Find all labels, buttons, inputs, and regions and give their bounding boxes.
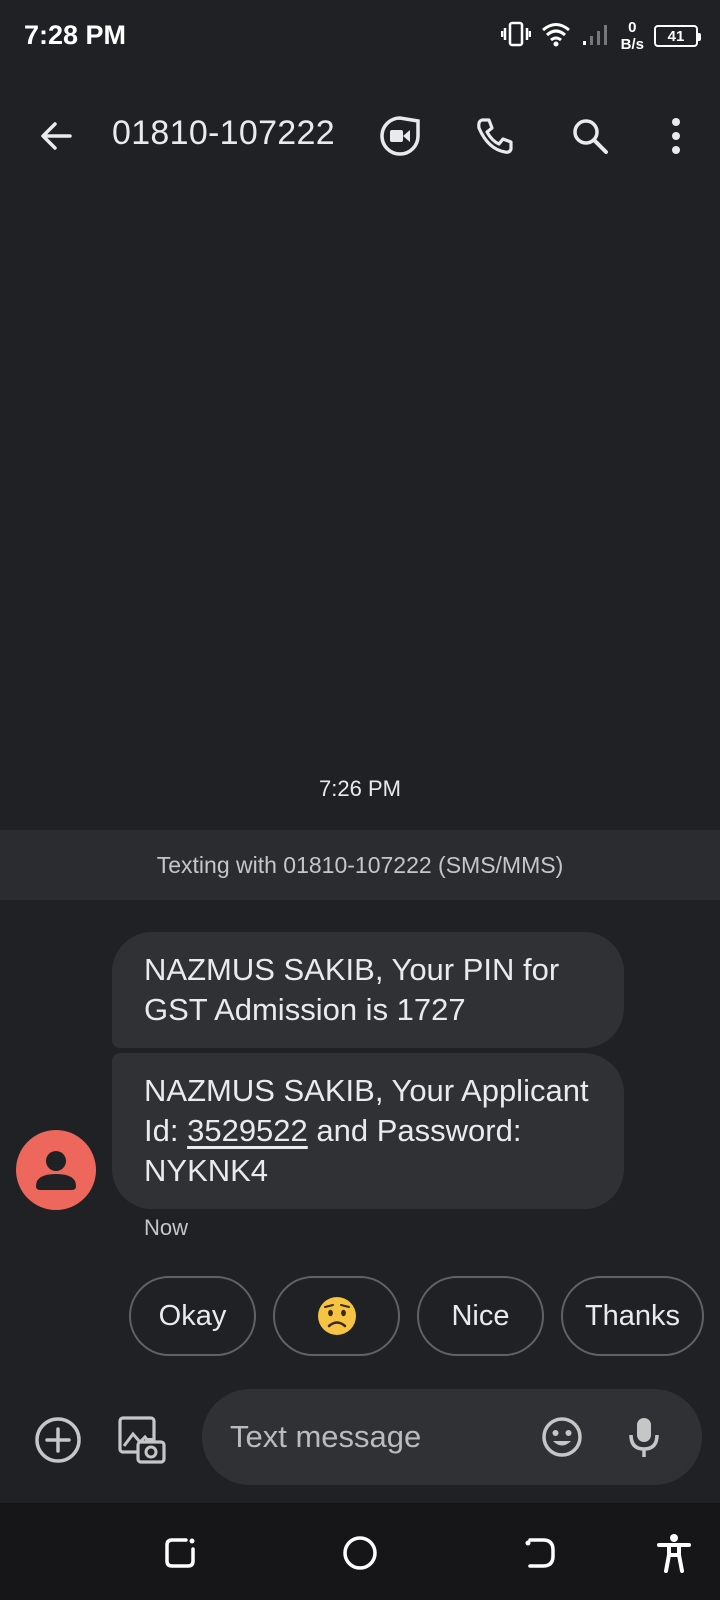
message-bubble[interactable]: NAZMUS SAKIB, Your Applicant Id: 3529522… xyxy=(112,1053,624,1209)
status-time: 7:28 PM xyxy=(24,20,127,50)
phone-icon[interactable] xyxy=(466,108,522,164)
home-icon[interactable] xyxy=(332,1525,388,1581)
applicant-id-link[interactable]: 3529522 xyxy=(187,1113,308,1148)
message-bubble[interactable]: NAZMUS SAKIB, Your PIN for GST Admission… xyxy=(112,932,624,1048)
status-bar: 7:28 PM 0 B/s 41 xyxy=(0,0,720,72)
search-icon[interactable] xyxy=(562,108,618,164)
compose-placeholder: Text message xyxy=(230,1419,422,1454)
battery-level: 41 xyxy=(667,27,685,45)
smart-reply-nice[interactable]: Nice xyxy=(417,1276,544,1356)
sent-time: Now xyxy=(144,1215,189,1240)
worried-face-icon xyxy=(317,1297,356,1335)
mic-icon[interactable] xyxy=(614,1407,674,1467)
message-text: NAZMUS SAKIB, Your PIN for GST Admission… xyxy=(144,952,560,1027)
wifi-icon xyxy=(541,21,571,52)
message-timestamp: 7:26 PM xyxy=(319,776,401,801)
video-call-icon[interactable] xyxy=(372,108,428,164)
add-circle-icon[interactable] xyxy=(28,1410,88,1470)
conversation-title: 01810-107222 xyxy=(112,114,335,152)
back-arrow-icon[interactable] xyxy=(28,108,84,164)
smart-reply-thanks[interactable]: Thanks xyxy=(561,1276,704,1356)
app-bar: 01810-107222 xyxy=(0,92,720,180)
signal-icon xyxy=(581,21,611,52)
smart-reply-okay[interactable]: Okay xyxy=(129,1276,256,1356)
emoji-icon[interactable] xyxy=(532,1407,592,1467)
text-message-field[interactable]: Text message xyxy=(202,1389,702,1485)
recents-icon[interactable] xyxy=(152,1525,208,1581)
navigation-bar xyxy=(0,1503,720,1600)
message-text: NAZMUS SAKIB, Your Applicant Id: 3529522… xyxy=(144,1073,589,1188)
more-vert-icon[interactable] xyxy=(648,108,704,164)
status-icons: 0 B/s 41 xyxy=(500,18,701,54)
smart-reply-emoji[interactable]: 😟 xyxy=(273,1276,400,1356)
gallery-icon[interactable] xyxy=(112,1410,172,1470)
banner-text: Texting with 01810-107222 (SMS/MMS) xyxy=(156,851,564,878)
person-icon xyxy=(36,1151,76,1190)
battery-icon: 41 xyxy=(654,25,701,47)
texting-with-banner: Texting with 01810-107222 (SMS/MMS) xyxy=(0,830,720,900)
vibrate-icon xyxy=(500,21,531,52)
net-speed: 0 B/s xyxy=(620,19,644,53)
contact-avatar[interactable] xyxy=(16,1130,96,1210)
accessibility-icon[interactable] xyxy=(646,1525,702,1581)
back-icon[interactable] xyxy=(512,1525,568,1581)
